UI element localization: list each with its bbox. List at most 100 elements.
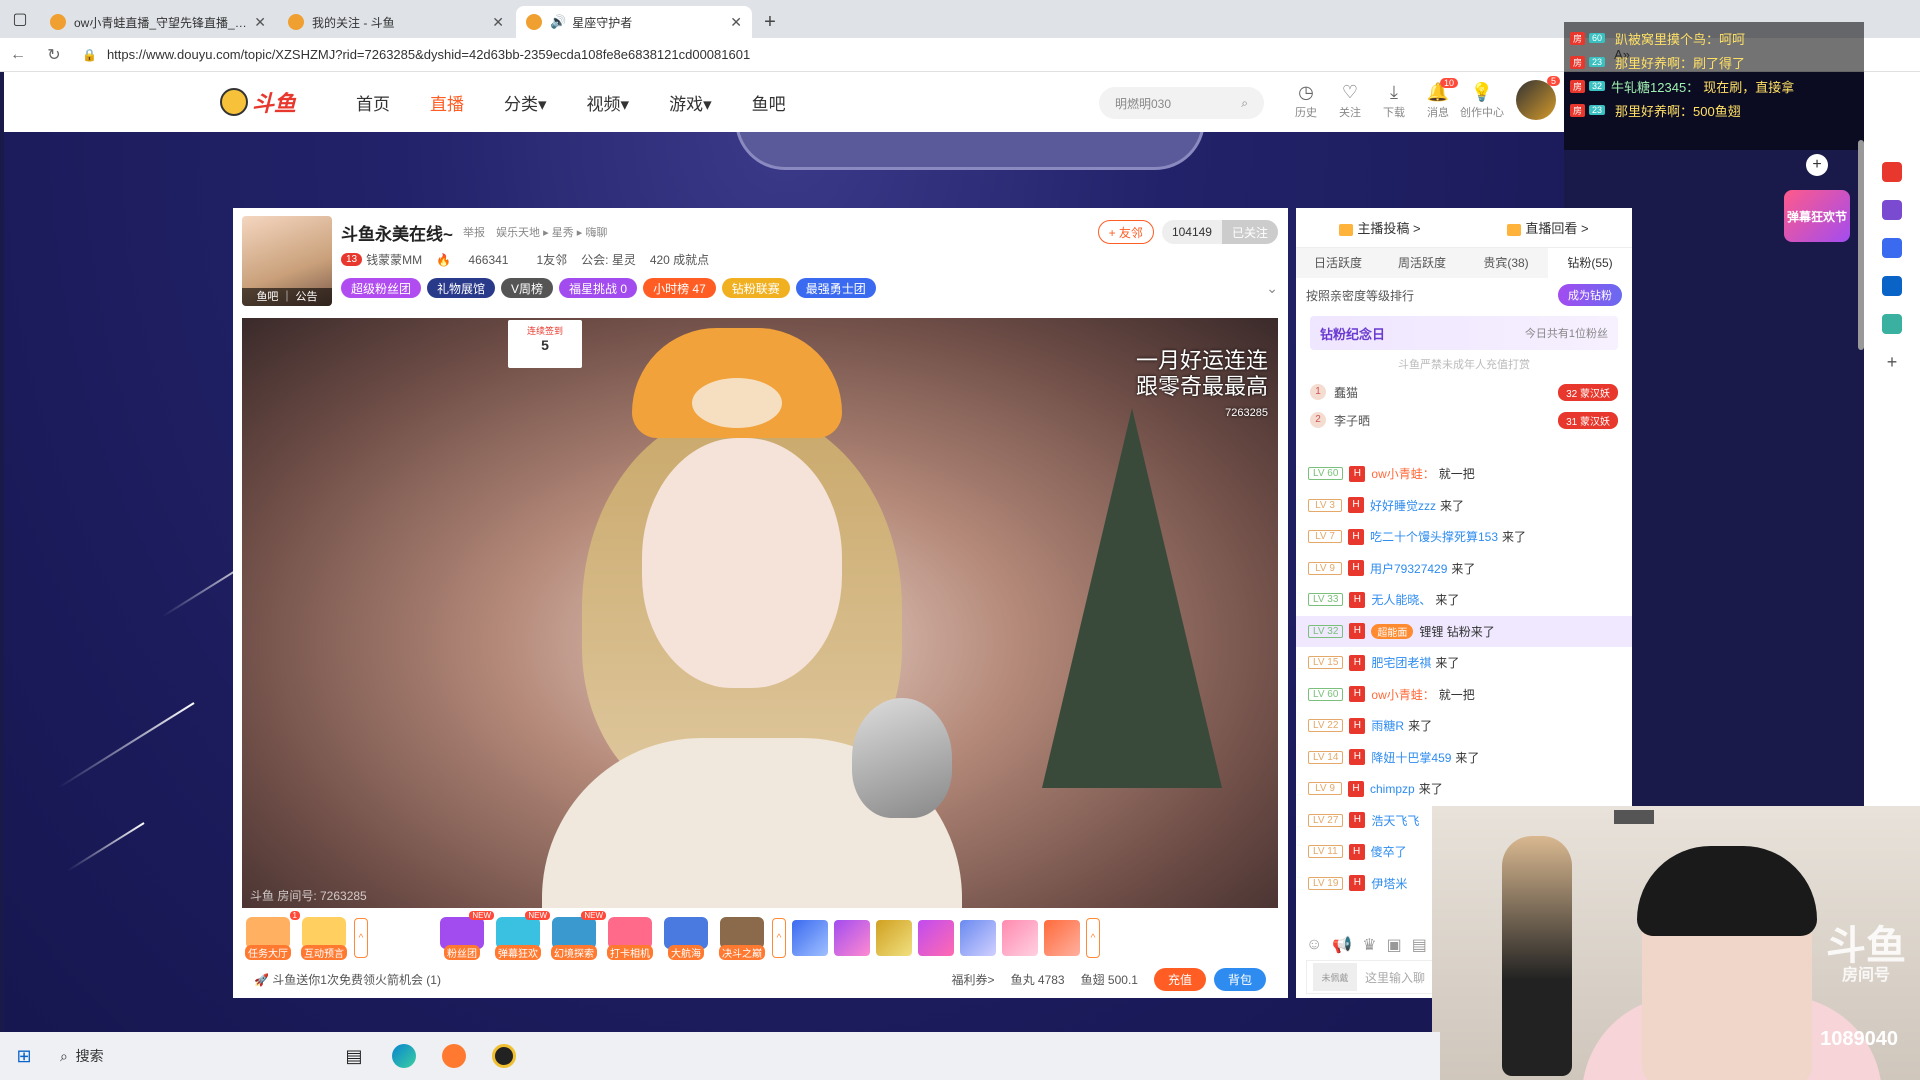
speaker-icon[interactable]: 🔊 [550,14,566,30]
gift-item[interactable] [834,920,870,956]
rank-row[interactable]: 1 蠢猫 32 蒙汉妖 [1296,378,1632,406]
activity-pill[interactable]: 福星挑战 0 [559,278,638,298]
followed-button[interactable]: 已关注 [1221,220,1278,244]
message-button[interactable]: 🔔 10 消息 [1416,78,1460,120]
gift-item[interactable] [792,920,828,956]
windows-start-icon[interactable]: ⊞ [0,1046,48,1067]
page-scrollbar[interactable] [1858,140,1864,350]
download-button[interactable]: ⤓ 下载 [1372,82,1416,120]
become-diamond-button[interactable]: 成为钻粉 [1558,284,1622,306]
nav-live[interactable]: 直播 [430,90,464,115]
chat-row[interactable]: LV 14 H 降妞十巴掌459 来了 [1296,742,1632,774]
chat-row[interactable]: LV 22 H 雨糖R 来了 [1296,710,1632,742]
avatar-caption[interactable]: 鱼吧 ｜ 公告 [242,288,332,306]
duel-button[interactable]: 决斗之巅 [716,916,768,960]
chat-username[interactable]: 用户79327429 [1370,560,1447,577]
friend-button[interactable]: + 友邻 [1097,220,1154,244]
rocket-tip[interactable]: 🚀 斗鱼送你1次免费领火箭机会 (1) [254,971,952,988]
nav-yuba[interactable]: 鱼吧 [752,90,786,115]
browser-tab-2[interactable]: 我的关注 - 斗鱼 ✕ [278,6,514,38]
taskbar-search[interactable]: ⌕ 搜索 [48,1038,328,1074]
activity-pill[interactable]: 超级粉丝团 [341,278,422,298]
chevron-down-icon[interactable]: ⌄ [1266,280,1278,297]
search-input[interactable]: 明燃明030 ⌕ [1099,87,1264,119]
new-tab-button[interactable]: + [754,6,786,38]
obs-icon[interactable] [480,1038,528,1074]
chat-username[interactable]: ow小青蛙： [1371,686,1434,703]
nav-category[interactable]: 分类▾ [504,90,547,115]
chat-row[interactable]: LV 9 H 用户79327429 来了 [1296,553,1632,585]
copilot-icon[interactable] [1882,238,1902,258]
plus-icon[interactable]: + [1806,154,1828,176]
chat-row[interactable]: LV 3 H 好好睡觉zzz 来了 [1296,490,1632,522]
nav-video[interactable]: 视频▾ [587,90,630,115]
expand-arrow-icon[interactable]: ^ [772,918,786,958]
chat-username[interactable]: 傻卒了 [1371,843,1407,860]
gift-item[interactable] [918,920,954,956]
tab-diamond[interactable]: 钻粉(55) [1548,248,1632,278]
guild-name[interactable]: 公会: 星灵 [581,251,636,268]
expand-arrow-icon[interactable]: ^ [1086,918,1100,958]
creator-button[interactable]: 💡 创作中心 [1460,82,1504,120]
activity-pill[interactable]: 礼物展馆 [427,278,496,298]
fantasy-explore-button[interactable]: NEW 幻境探索 [548,910,606,960]
emoji-icon[interactable]: ☺ [1306,936,1322,954]
chat-username[interactable]: chimpzp [1370,782,1415,796]
edge-icon[interactable] [380,1038,428,1074]
chat-username[interactable]: 浩天飞飞 [1371,812,1419,829]
gift-shortcut-icon[interactable] [1882,162,1902,182]
tab-weekly[interactable]: 周活跃度 [1380,248,1464,278]
voyage-button[interactable]: 大航海 [660,916,712,960]
gift-icon[interactable]: ▣ [1387,935,1402,955]
tab-actions-icon[interactable]: ▢ [0,0,40,38]
festival-banner[interactable]: 弹幕狂欢节 [1784,190,1850,242]
chat-row[interactable]: LV 9 Hchimpzp 来了 [1296,773,1632,805]
user-avatar[interactable]: 5 [1516,76,1560,120]
url-field[interactable]: 🔒 https://www.douyu.com/topic/XZSHZMJ?ri… [82,47,750,62]
follow-box[interactable]: 104149 已关注 [1161,220,1278,244]
back-icon[interactable]: ← [0,46,36,64]
close-icon[interactable]: ✕ [254,14,266,31]
browser-tab-1[interactable]: ow小青蛙直播_守望先锋直播_斗鱼 ✕ [40,6,276,38]
close-icon[interactable]: ✕ [492,14,504,31]
bag-button[interactable]: 背包 [1213,967,1266,991]
rank-row[interactable]: 2 李子晒 31 蒙汉妖 [1296,406,1632,434]
chat-username[interactable]: 雨糖R [1371,717,1404,734]
chat-row[interactable]: LV 60 How小青蛙： 就一把 [1296,458,1632,490]
nav-game[interactable]: 游戏▾ [669,90,712,115]
task-view-icon[interactable]: ▤ [330,1038,378,1074]
chat-username[interactable]: 好好睡觉zzz [1370,497,1436,514]
chat-row[interactable]: LV 33 H 无人能晓、 来了 [1296,584,1632,616]
chat-row[interactable]: LV 15 H 肥宅团老祺 来了 [1296,647,1632,679]
category-breadcrumb[interactable]: 娱乐天地 ▸ 星秀 ▸ 嗨聊 [496,227,607,239]
camera-checkin-button[interactable]: 打卡相机 [604,916,656,960]
crown-icon[interactable]: ♛ [1362,935,1376,955]
gift-item[interactable] [1044,920,1080,956]
tab-vip[interactable]: 贵宾(38) [1464,248,1548,278]
prediction-button[interactable]: 互动预言 [298,916,350,960]
lock-icon[interactable]: 🔒 [82,48,97,62]
send-icon[interactable] [1882,314,1902,334]
anchor-avatar[interactable]: 鱼吧 ｜ 公告 [242,216,332,306]
welfare-link[interactable]: 福利券> [952,971,995,988]
recharge-button[interactable]: 充值 [1153,967,1206,991]
chat-row[interactable]: LV 7 H 吃二十个馒头撑死算153 来了 [1296,521,1632,553]
expand-arrow-icon[interactable]: ^ [354,918,368,958]
chat-username[interactable]: 伊塔米 [1371,875,1407,892]
report-link[interactable]: 举报 [463,227,485,239]
anchor-name[interactable]: 钱蒙蒙MM [366,251,422,268]
chat-username[interactable]: 肥宅团老祺 [1371,654,1431,671]
refresh-icon[interactable]: ↻ [36,45,72,65]
close-icon[interactable]: ✕ [730,14,742,31]
chat-row[interactable]: LV 32 H 超能面 锂锂 钻粉来了 [1296,615,1632,647]
gift-item[interactable] [1002,920,1038,956]
history-button[interactable]: ◷ 历史 [1284,82,1328,120]
fan-badge-slot[interactable]: 未佩戴 [1313,963,1357,991]
activity-pill[interactable]: 小时榜 47 [643,278,716,298]
checkin-card[interactable]: 连续签到 5 [508,320,582,368]
gift-item[interactable] [876,920,912,956]
tab-daily[interactable]: 日活跃度 [1296,248,1380,278]
task-hall-button[interactable]: 1 任务大厅 [242,910,300,960]
chat-username[interactable]: 降妞十巴掌459 [1371,749,1451,766]
outlook-icon[interactable] [1882,276,1902,296]
